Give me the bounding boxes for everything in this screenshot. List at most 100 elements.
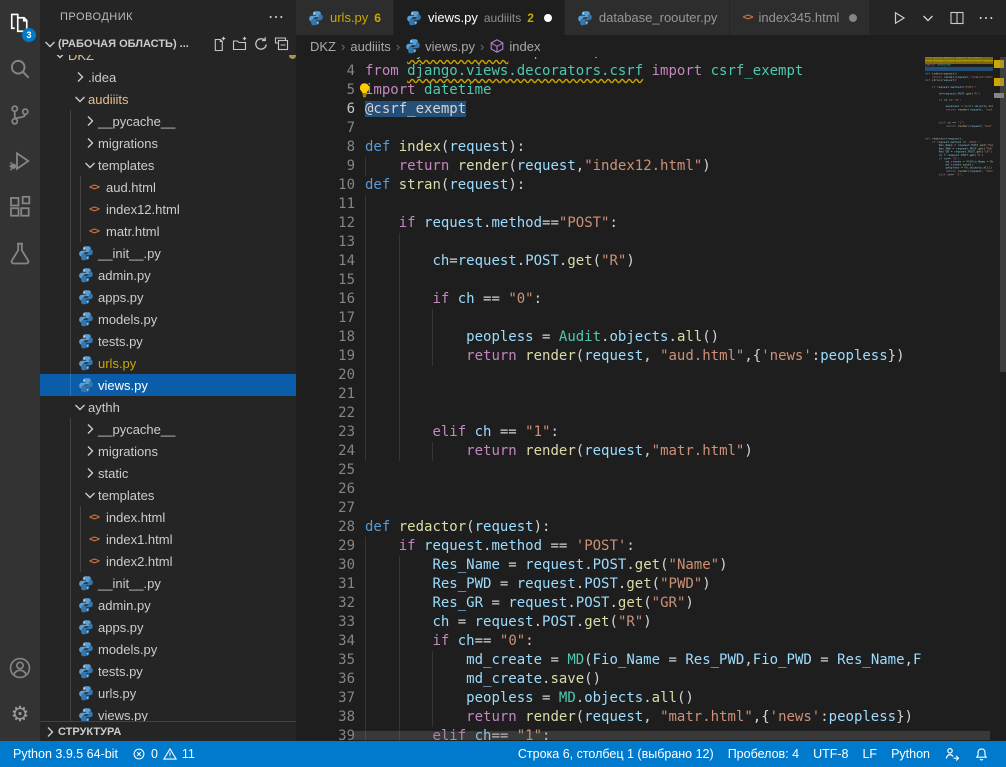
tree-item-urls.py[interactable]: urls.py [40,682,296,704]
code-line-27[interactable]: 27 [296,499,925,518]
tree-item-templates[interactable]: templates [40,154,296,176]
split-editor-icon[interactable] [949,10,965,26]
code-line-14[interactable]: 14 ch=request.POST.get("R") [296,252,925,271]
code-line-25[interactable]: 25 [296,461,925,480]
breadcrumb-item-index[interactable]: index [489,38,540,54]
code-line-26[interactable]: 26 [296,480,925,499]
minimap[interactable]: from aythh.models import MD,Auditfrom dj… [925,57,993,731]
status-notifications[interactable] [967,741,996,767]
tree-item-__pycache__[interactable]: __pycache__ [40,418,296,440]
tree-item-apps.py[interactable]: apps.py [40,286,296,308]
code-line-12[interactable]: 12 if request.method=="POST": [296,214,925,233]
breadcrumb-item-views.py[interactable]: views.py [405,38,475,54]
new-folder-icon[interactable] [232,36,248,52]
activity-item-search[interactable] [0,46,40,92]
code-line-20[interactable]: 20 [296,366,925,385]
tree-item-index2.html[interactable]: <>index2.html [40,550,296,572]
code-lines[interactable]: 3from aythh.models import MD,Audit4from … [296,57,925,741]
status-eol[interactable]: LF [855,741,884,767]
code-line-16[interactable]: 16 if ch == "0": [296,290,925,309]
activity-item-testing[interactable] [0,230,40,276]
tree-item-apps.py[interactable]: apps.py [40,616,296,638]
run-icon[interactable] [891,10,907,26]
tree-item-__init__.py[interactable]: __init__.py [40,242,296,264]
tree-item-admin.py[interactable]: admin.py [40,594,296,616]
code-line-8[interactable]: 8def index(request): [296,138,925,157]
code-line-34[interactable]: 34 if ch== "0": [296,632,925,651]
collapse-all-icon[interactable] [274,36,290,52]
status-python-version[interactable]: Python 3.9.5 64-bit [6,741,125,767]
code-line-28[interactable]: 28def redactor(request): [296,518,925,537]
chevron-down-icon[interactable] [920,10,936,26]
tree-item-aythh[interactable]: aythh [40,396,296,418]
horizontal-scrollbar[interactable] [352,731,990,740]
tree-item-migrations[interactable]: migrations [40,440,296,462]
code-line-36[interactable]: 36 md_create.save() [296,670,925,689]
vertical-scrollbar[interactable] [1000,57,1006,372]
tree-item-static[interactable]: static [40,462,296,484]
tree-item-.idea[interactable]: .idea [40,66,296,88]
activity-item-account[interactable] [0,645,40,691]
dirty-indicator[interactable] [544,14,552,22]
code-line-4[interactable]: 4from django.views.decorators.csrf impor… [296,62,925,81]
tree-item-urls.py[interactable]: urls.py6 [40,352,296,374]
code-line-22[interactable]: 22 [296,404,925,423]
tab-database_roouter.py[interactable]: database_roouter.py [565,0,731,35]
code-line-6[interactable]: 6@csrf_exempt [296,100,925,119]
code-line-17[interactable]: 17 [296,309,925,328]
tree-item-DKZ[interactable]: DKZ [40,55,296,66]
tree-item-matr.html[interactable]: <>matr.html [40,220,296,242]
tab-index345.html[interactable]: <>index345.html [730,0,870,35]
workspace-section-header[interactable]: (РАБОЧАЯ ОБЛАСТЬ) ... [40,33,296,55]
tree-item-audiiits[interactable]: audiiits [40,88,296,110]
code-line-9[interactable]: 9 return render(request,"index12.html") [296,157,925,176]
code-line-24[interactable]: 24 return render(request,"matr.html") [296,442,925,461]
code-line-23[interactable]: 23 elif ch == "1": [296,423,925,442]
code-line-11[interactable]: 11 [296,195,925,214]
tree-item-models.py[interactable]: models.py [40,638,296,660]
code-line-32[interactable]: 32 Res_GR = request.POST.get("GR") [296,594,925,613]
more-icon[interactable]: ⋯ [978,8,994,28]
tree-item-aud.html[interactable]: <>aud.html [40,176,296,198]
lightbulb-icon[interactable] [356,82,373,99]
tree-item-admin.py[interactable]: admin.py [40,264,296,286]
tab-urls.py[interactable]: urls.py6 [296,0,394,35]
code-line-13[interactable]: 13 [296,233,925,252]
tree-item-__init__.py[interactable]: __init__.py [40,572,296,594]
tree-item-index12.html[interactable]: <>index12.html [40,198,296,220]
code-editor[interactable]: 3from aythh.models import MD,Audit4from … [296,57,1006,741]
code-line-7[interactable]: 7 [296,119,925,138]
status-cursor-position[interactable]: Строка 6, столбец 1 (выбрано 12) [511,741,721,767]
code-line-10[interactable]: 10def stran(request): [296,176,925,195]
tree-item-views.py[interactable]: views.py2 [40,374,296,396]
new-file-icon[interactable] [211,36,227,52]
outline-section-header[interactable]: СТРУКТУРА [40,721,296,741]
chevron-right-icon[interactable] [42,724,58,740]
tab-views.py[interactable]: views.pyaudiiits2 [394,0,565,35]
code-line-21[interactable]: 21 [296,385,925,404]
activity-item-extensions[interactable] [0,184,40,230]
tree-item-tests.py[interactable]: tests.py [40,330,296,352]
status-language-mode[interactable]: Python [884,741,937,767]
status-feedback[interactable] [937,741,967,767]
refresh-icon[interactable] [253,36,269,52]
code-line-33[interactable]: 33 ch = request.POST.get("R") [296,613,925,632]
code-line-18[interactable]: 18 peopless = Audit.objects.all() [296,328,925,347]
breadcrumb-item-audiiits[interactable]: audiiits [350,39,390,54]
code-line-5[interactable]: 5import datetime [296,81,925,100]
activity-item-source-control[interactable] [0,92,40,138]
activity-item-run-debug[interactable] [0,138,40,184]
status-problems[interactable]: 011 [125,741,202,767]
code-line-37[interactable]: 37 peopless = MD.objects.all() [296,689,925,708]
tree-item-models.py[interactable]: models.py [40,308,296,330]
code-line-35[interactable]: 35 md_create = MD(Fio_Name = Res_PWD,Fio… [296,651,925,670]
code-line-31[interactable]: 31 Res_PWD = request.POST.get("PWD") [296,575,925,594]
code-line-30[interactable]: 30 Res_Name = request.POST.get("Name") [296,556,925,575]
tree-item-__pycache__[interactable]: __pycache__ [40,110,296,132]
status-encoding[interactable]: UTF-8 [806,741,855,767]
code-line-19[interactable]: 19 return render(request, "aud.html",{'n… [296,347,925,366]
dirty-indicator[interactable] [849,14,857,22]
tree-item-tests.py[interactable]: tests.py [40,660,296,682]
code-line-29[interactable]: 29 if request.method == 'POST': [296,537,925,556]
code-line-38[interactable]: 38 return render(request, "matr.html",{'… [296,708,925,727]
